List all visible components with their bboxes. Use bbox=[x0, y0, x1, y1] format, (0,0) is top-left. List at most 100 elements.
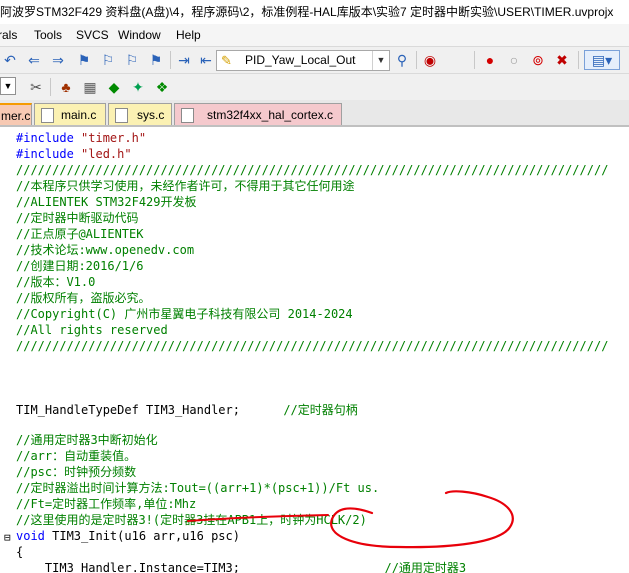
code-keyword: #include bbox=[16, 147, 82, 161]
code-comment: //技术论坛:www.openedv.com bbox=[16, 243, 195, 257]
code-line[interactable]: //版权所有，盗版必究。 bbox=[16, 290, 150, 306]
code-string: "led.h" bbox=[81, 147, 132, 161]
code-comment: //All rights reserved bbox=[16, 323, 168, 337]
find-combo-value: PID_Yaw_Local_Out bbox=[245, 53, 356, 67]
code-comment: //版权所有，盗版必究。 bbox=[16, 291, 151, 305]
manage-project-items-icon[interactable]: ♣ bbox=[56, 77, 76, 97]
toolbar-separator bbox=[50, 78, 51, 96]
component-icon[interactable]: ❖ bbox=[152, 77, 172, 97]
code-comment: //这里使用的是定时器3!(定时器3挂在APB1上，时钟为HCLK/2) bbox=[16, 513, 367, 527]
toolbar-separator bbox=[578, 51, 579, 69]
disable-breakpoints-icon[interactable]: ⊚ bbox=[528, 50, 548, 70]
code-editor[interactable]: ⊟ #include "timer.h" #include "led.h"////… bbox=[0, 127, 629, 573]
chevron-down-icon[interactable]: ▼ bbox=[372, 51, 389, 70]
window-layout-icon[interactable]: ▤▾ bbox=[584, 50, 620, 70]
fold-marker-icon[interactable]: ⊟ bbox=[4, 530, 12, 546]
code-line[interactable]: TIM_HandleTypeDef TIM3_Handler; //定时器句柄 bbox=[16, 402, 358, 418]
tab-label: main.c bbox=[61, 108, 97, 122]
toolbar-separator bbox=[416, 51, 417, 69]
next-bookmark-icon[interactable]: ⚐ bbox=[122, 50, 142, 70]
tab-timer-c[interactable]: mer.c bbox=[0, 103, 32, 125]
code-line[interactable]: { bbox=[16, 544, 23, 560]
pack-installer-icon[interactable]: ✦ bbox=[128, 77, 148, 97]
navigate-forward-icon[interactable]: ⇒ bbox=[48, 50, 68, 70]
prev-bookmark-icon[interactable]: ⚐ bbox=[98, 50, 118, 70]
code-line[interactable]: ////////////////////////////////////////… bbox=[16, 338, 608, 354]
code-line[interactable]: //这里使用的是定时器3!(定时器3挂在APB1上，时钟为HCLK/2) bbox=[16, 512, 367, 528]
kill-breakpoints-icon[interactable]: ✖ bbox=[552, 50, 572, 70]
code-line[interactable]: //通用定时器3中断初始化 bbox=[16, 432, 158, 448]
file-icon bbox=[181, 108, 194, 123]
tab-label: stm32f4xx_hal_cortex.c bbox=[207, 108, 334, 122]
code-comment: //arr：自动重装值。 bbox=[16, 449, 137, 463]
tab-sys-c[interactable]: sys.c bbox=[108, 103, 172, 125]
code-comment: //Ft=定时器工作频率,单位:Mhz bbox=[16, 497, 197, 511]
code-string: "timer.h" bbox=[81, 131, 147, 145]
editor-tab-bar: mer.c main.c sys.c stm32f4xx_hal_cortex.… bbox=[0, 100, 629, 127]
unindent-icon[interactable]: ⇤ bbox=[196, 50, 216, 70]
code-line[interactable]: //All rights reserved bbox=[16, 322, 168, 338]
code-comment: //ALIENTEK STM32F429开发板 bbox=[16, 195, 197, 209]
code-line[interactable]: ////////////////////////////////////////… bbox=[16, 162, 608, 178]
code-comment: //版本：V1.0 bbox=[16, 275, 96, 289]
code-text: TIM_HandleTypeDef TIM3_Handler; bbox=[16, 403, 284, 417]
navigate-back-icon[interactable]: ⇐ bbox=[24, 50, 44, 70]
code-comment: //定时器中断驱动代码 bbox=[16, 211, 139, 225]
code-line[interactable]: //Copyright(C) 广州市星翼电子科技有限公司 2014-2024 bbox=[16, 306, 353, 322]
menu-bar: rals Tools SVCS Window Help bbox=[0, 24, 629, 46]
find-in-files-icon[interactable]: ⚲ bbox=[392, 50, 412, 70]
menu-peripherals[interactable]: rals bbox=[0, 25, 17, 45]
code-comment: //创建日期:2016/1/6 bbox=[16, 259, 144, 273]
code-comment: //Copyright(C) 广州市星翼电子科技有限公司 2014-2024 bbox=[16, 307, 353, 321]
code-line[interactable]: //定时器中断驱动代码 bbox=[16, 210, 138, 226]
tab-stm32f4xx-hal-cortex-c[interactable]: stm32f4xx_hal_cortex.c bbox=[174, 103, 342, 125]
file-icon bbox=[41, 108, 54, 123]
window-title: 阿波罗STM32F429 资料盘(A盘)\4，程序源码\2，标准例程-HAL库版… bbox=[0, 5, 614, 19]
target-select-chevron-icon[interactable]: ▼ bbox=[0, 77, 16, 95]
code-line[interactable]: //Ft=定时器工作频率,单位:Mhz bbox=[16, 496, 196, 512]
tab-label: mer.c bbox=[1, 109, 31, 123]
bookmark-icon[interactable]: ⚑ bbox=[74, 50, 94, 70]
code-comment: //定时器句柄 bbox=[283, 403, 358, 417]
code-line[interactable]: //arr：自动重装值。 bbox=[16, 448, 136, 464]
code-comment: //正点原子@ALIENTEK bbox=[16, 227, 144, 241]
code-line[interactable]: //创建日期:2016/1/6 bbox=[16, 258, 143, 274]
code-line[interactable]: //本程序只供学习使用，未经作者许可，不得用于其它任何用途 bbox=[16, 178, 354, 194]
code-line[interactable]: void TIM3_Init(u16 arr,u16 psc) bbox=[16, 528, 240, 544]
menu-help[interactable]: Help bbox=[176, 25, 201, 45]
code-line[interactable]: //版本：V1.0 bbox=[16, 274, 95, 290]
code-keyword: #include bbox=[16, 131, 82, 145]
code-comment: //定时器溢出时间计算方法:Tout=((arr+1)*(psc+1))/Ft … bbox=[16, 481, 380, 495]
code-text: { bbox=[16, 545, 24, 559]
code-comment: //通用定时器3 bbox=[384, 561, 467, 573]
code-line[interactable]: #include "led.h" bbox=[16, 146, 132, 162]
debug-session-icon[interactable]: ◉ bbox=[420, 50, 440, 70]
code-comment: ////////////////////////////////////////… bbox=[16, 163, 609, 177]
code-text: TIM3_Init(u16 arr,u16 psc) bbox=[52, 529, 240, 543]
code-line[interactable]: #include "timer.h" bbox=[16, 130, 146, 146]
code-line[interactable]: //psc：时钟预分频数 bbox=[16, 464, 136, 480]
menu-tools[interactable]: Tools bbox=[34, 25, 62, 45]
clear-bookmarks-icon[interactable]: ⚑ bbox=[146, 50, 166, 70]
select-packs-icon[interactable]: ▦ bbox=[80, 77, 100, 97]
undo-icon[interactable]: ↶ bbox=[0, 50, 20, 70]
options-for-target-icon[interactable]: ✂ bbox=[26, 77, 46, 97]
indent-icon[interactable]: ⇥ bbox=[174, 50, 194, 70]
menu-svcs[interactable]: SVCS bbox=[76, 25, 109, 45]
find-combo[interactable]: ✎ PID_Yaw_Local_Out ▼ bbox=[216, 50, 390, 71]
code-comment: ////////////////////////////////////////… bbox=[16, 339, 609, 353]
code-line[interactable]: TIM3_Handler.Instance=TIM3; //通用定时器3 bbox=[16, 560, 466, 573]
build-toolbar: ▼ ✂ ♣ ▦ ◆ ✦ ❖ bbox=[0, 73, 629, 100]
code-text: TIM3_Handler.Instance=TIM3; bbox=[16, 561, 385, 573]
code-line[interactable]: //ALIENTEK STM32F429开发板 bbox=[16, 194, 197, 210]
code-line[interactable]: //技术论坛:www.openedv.com bbox=[16, 242, 194, 258]
code-line[interactable]: //正点原子@ALIENTEK bbox=[16, 226, 143, 242]
manage-run-time-environment-icon[interactable]: ◆ bbox=[104, 77, 124, 97]
tab-main-c[interactable]: main.c bbox=[34, 103, 106, 125]
insert-breakpoint-icon[interactable]: ● bbox=[480, 50, 500, 70]
code-comment: //通用定时器3中断初始化 bbox=[16, 433, 158, 447]
code-line[interactable]: //定时器溢出时间计算方法:Tout=((arr+1)*(psc+1))/Ft … bbox=[16, 480, 379, 496]
menu-window[interactable]: Window bbox=[118, 25, 161, 45]
code-keyword: void bbox=[16, 529, 53, 543]
enable-breakpoint-icon[interactable]: ○ bbox=[504, 50, 524, 70]
